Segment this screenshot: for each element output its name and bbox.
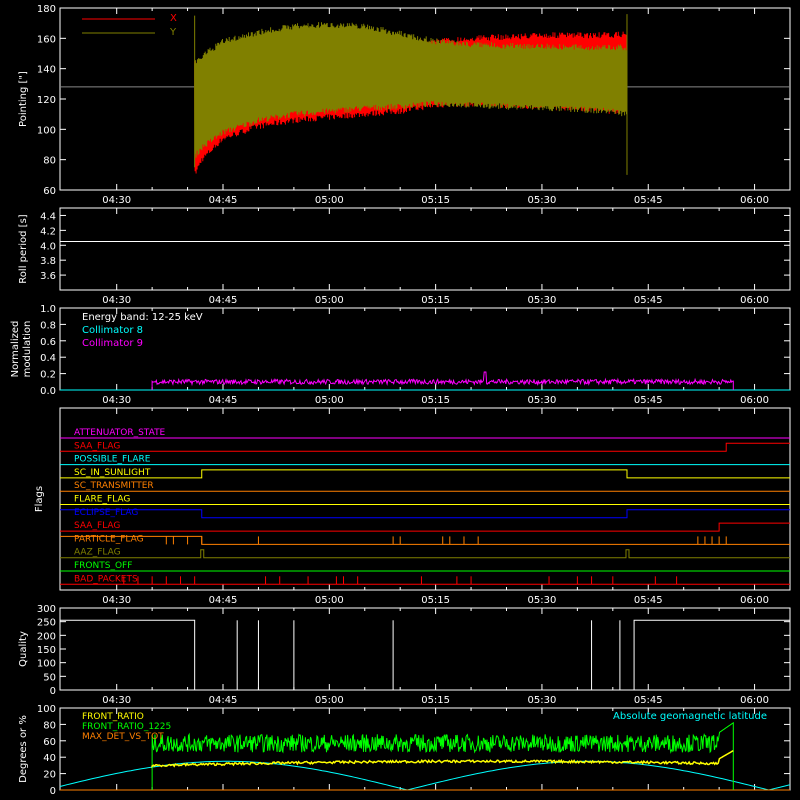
modulation-xtick-label: 05:30 xyxy=(528,395,557,406)
roll_period-xtick-label: 04:30 xyxy=(102,295,131,306)
flag-label-2: POSSIBLE_FLARE xyxy=(74,455,151,465)
modulation-ylabel-2: modulation xyxy=(22,321,33,378)
roll_period-xtick-label: 05:45 xyxy=(634,295,663,306)
quality-xtick-label: 04:30 xyxy=(102,695,131,706)
modulation-ytick-label: 0.0 xyxy=(40,386,56,397)
pointing-xtick-label: 05:15 xyxy=(421,195,450,206)
pointing-ytick-label: 120 xyxy=(37,95,56,106)
ratios-ytick-label: 40 xyxy=(43,753,56,764)
modulation-ytick-label: 0.8 xyxy=(40,320,56,331)
quality-ytick-label: 300 xyxy=(37,604,56,615)
pointing-ytick-label: 180 xyxy=(37,4,56,15)
modulation-ytick-label: 0.2 xyxy=(40,370,56,381)
quality-ytick-label: 0 xyxy=(50,686,56,697)
modulation-xtick-label: 04:30 xyxy=(102,395,131,406)
pointing-ytick-label: 160 xyxy=(37,34,56,45)
pointing-ytick-label: 60 xyxy=(43,186,56,197)
ratios-ytick-label: 60 xyxy=(43,737,56,748)
modulation-xtick-label: 05:15 xyxy=(421,395,450,406)
modulation-xtick-label: 04:45 xyxy=(209,395,238,406)
pointing-ytick-label: 140 xyxy=(37,65,56,76)
ratios-ylabel: Degrees or % xyxy=(18,715,29,783)
pointing-xtick-label: 04:30 xyxy=(102,195,131,206)
roll_period-ytick-label: 4.4 xyxy=(40,211,56,222)
flags-ylabel: Flags xyxy=(34,486,45,512)
flags-xtick-label: 06:00 xyxy=(740,595,769,606)
flag-label-10: FRONTS_OFF xyxy=(74,561,132,571)
pointing-ytick-label: 80 xyxy=(43,156,56,167)
pointing-ytick-label: 100 xyxy=(37,125,56,136)
quality-ytick-label: 250 xyxy=(37,618,56,629)
rhessi-quicklook-figure: 04:30 04:45 05:00 05:15 05:30 05:45 06:00 60 80 1… xyxy=(0,0,800,800)
quality-ytick-label: 150 xyxy=(37,645,56,656)
modulation-ylabel-1: Normalized xyxy=(10,321,21,378)
ratios-ytick-label: 100 xyxy=(37,704,56,715)
quality-ytick-label: 50 xyxy=(43,672,56,683)
flags-xtick-label: 05:00 xyxy=(315,595,344,606)
flag-label-3: SC_IN_SUNLIGHT xyxy=(74,468,151,478)
roll_period-ylabel: Roll period [s] xyxy=(18,214,29,283)
flags-xtick-label: 05:15 xyxy=(421,595,450,606)
roll_period-xtick-label: 05:00 xyxy=(315,295,344,306)
flag-label-4: SC_TRANSMITTER xyxy=(74,481,154,491)
modulation-ytick-label: 1.0 xyxy=(40,304,56,315)
flag-label-5: FLARE_FLAG xyxy=(74,495,130,505)
quality-ytick-label: 200 xyxy=(37,631,56,642)
ratios-ytick-label: 20 xyxy=(43,770,56,781)
pointing-xtick-label: 05:30 xyxy=(528,195,557,206)
pointing-xtick-label: 06:00 xyxy=(740,195,769,206)
quality-ytick-label: 100 xyxy=(37,659,56,670)
modulation-ytick-label: 0.6 xyxy=(40,337,56,348)
legend-geomagnetic-latitude: Absolute geomagnetic latitude xyxy=(613,711,767,722)
quality-ylabel: Quality xyxy=(18,631,29,667)
quality-xtick-label: 06:00 xyxy=(740,695,769,706)
roll_period-ytick-label: 3.6 xyxy=(40,271,56,282)
flag-label-0: ATTENUATOR_STATE xyxy=(74,428,166,438)
pointing-xtick-label: 05:00 xyxy=(315,195,344,206)
roll_period-xtick-label: 05:30 xyxy=(528,295,557,306)
pointing-xtick-label: 05:45 xyxy=(634,195,663,206)
modulation-xtick-label: 05:00 xyxy=(315,395,344,406)
legend-label-y: Y xyxy=(169,27,177,38)
ratios-ytick-label: 0 xyxy=(50,786,56,797)
legend-label-x: X xyxy=(170,13,177,24)
roll_period-xtick-label: 04:45 xyxy=(209,295,238,306)
modulation-ytick-label: 0.4 xyxy=(40,353,56,364)
pointing-ylabel: Pointing ["] xyxy=(18,71,29,127)
legend-front-ratio-1225: FRONT_RATIO_1225 xyxy=(82,722,171,732)
legend-max-det-vs-tot: MAX_DET_VS_TOT xyxy=(82,732,164,742)
flag-label-11: BAD_PACKETS xyxy=(74,574,138,584)
flags-xtick-label: 04:30 xyxy=(102,595,131,606)
flag-label-1: SAA_FLAG xyxy=(74,441,120,451)
modulation-energy-band: Energy band: 12-25 keV xyxy=(82,312,203,323)
modulation-xtick-label: 06:00 xyxy=(740,395,769,406)
roll_period-xtick-label: 06:00 xyxy=(740,295,769,306)
quality-xtick-label: 05:15 xyxy=(421,695,450,706)
pointing-xtick-label: 04:45 xyxy=(209,195,238,206)
legend-collimator-9: Collimator 9 xyxy=(82,338,143,349)
legend-front-ratio: FRONT_RATIO xyxy=(82,712,144,722)
roll_period-ytick-label: 3.8 xyxy=(40,256,56,267)
quality-xtick-label: 05:30 xyxy=(528,695,557,706)
legend-collimator-8: Collimator 8 xyxy=(82,325,143,336)
flags-xtick-label: 05:30 xyxy=(528,595,557,606)
quality-xtick-label: 05:00 xyxy=(315,695,344,706)
quality-xtick-label: 05:45 xyxy=(634,695,663,706)
roll_period-ytick-label: 4.0 xyxy=(40,241,56,252)
ratios-ytick-label: 80 xyxy=(43,720,56,731)
roll_period-xtick-label: 05:15 xyxy=(421,295,450,306)
modulation-xtick-label: 05:45 xyxy=(634,395,663,406)
flags-xtick-label: 04:45 xyxy=(209,595,238,606)
quality-xtick-label: 04:45 xyxy=(209,695,238,706)
flag-label-9: AAZ_FLAG xyxy=(74,548,121,558)
flag-label-7: SAA_FLAG xyxy=(74,521,120,531)
flags-xtick-label: 05:45 xyxy=(634,595,663,606)
roll_period-ytick-label: 4.2 xyxy=(40,226,56,237)
